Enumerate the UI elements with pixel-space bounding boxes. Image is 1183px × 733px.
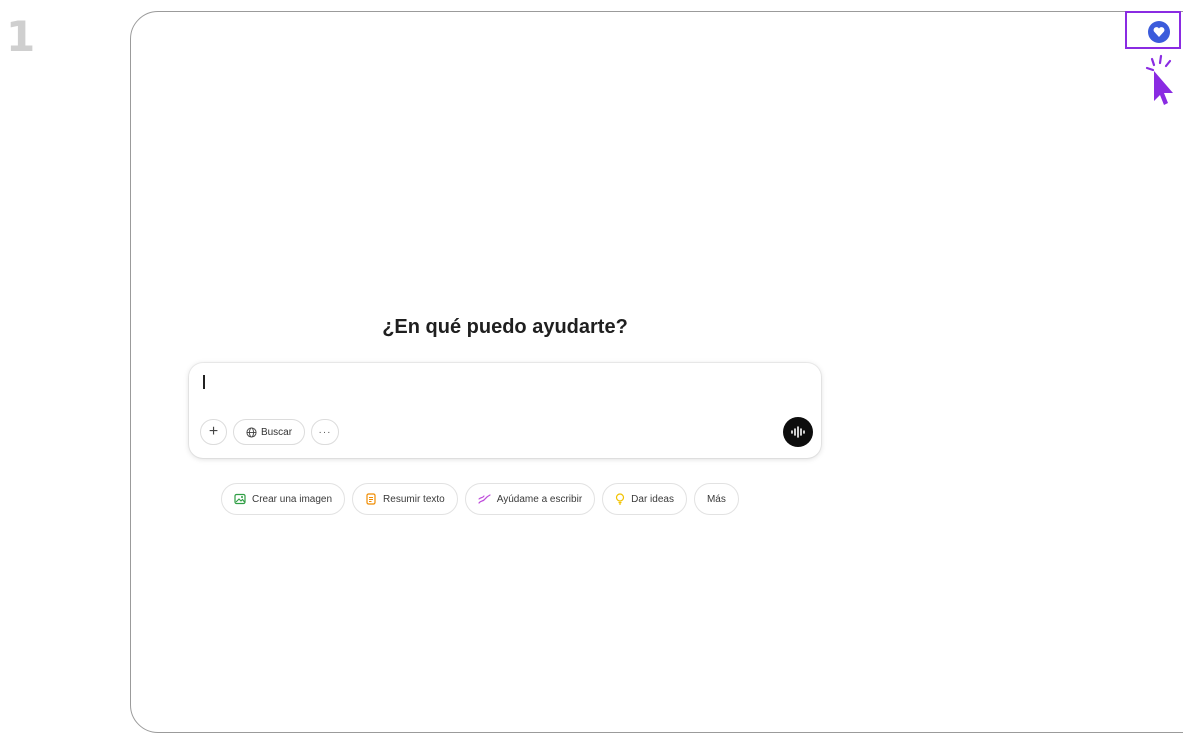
chip-summarize-text[interactable]: Resumir texto (352, 483, 458, 515)
chip-label: Crear una imagen (252, 493, 333, 505)
text-caret (203, 375, 205, 389)
chip-label: Ayúdame a escribir (496, 493, 583, 505)
more-icon: ··· (318, 426, 332, 438)
heart-shield-icon (1153, 27, 1165, 37)
chip-give-ideas[interactable]: Dar ideas (602, 483, 687, 515)
suggestion-chips: Crear una imagen Resumir texto Ayúdame a… (221, 483, 739, 515)
chip-more[interactable]: Más (693, 483, 739, 515)
search-label: Buscar (260, 426, 293, 438)
search-toggle-button[interactable]: Buscar (233, 419, 305, 445)
document-icon (366, 493, 376, 505)
extension-icon[interactable] (1148, 21, 1170, 43)
more-options-button[interactable]: ··· (311, 419, 339, 445)
chip-label: Más (706, 493, 726, 505)
chip-label: Resumir texto (383, 493, 445, 505)
pen-icon (478, 494, 491, 504)
audio-waveform-icon (791, 426, 805, 438)
voice-mode-button[interactable] (783, 417, 813, 447)
step-number: 1 (6, 12, 36, 61)
chip-create-image[interactable]: Crear una imagen (221, 483, 346, 515)
chip-label: Dar ideas (631, 493, 674, 505)
globe-icon (246, 426, 257, 438)
chip-help-write[interactable]: Ayúdame a escribir (464, 483, 596, 515)
plus-icon: + (208, 423, 219, 440)
add-attachment-button[interactable]: + (200, 419, 227, 445)
prompt-composer[interactable]: + Buscar ··· (189, 363, 821, 458)
lightbulb-icon (616, 493, 625, 505)
cursor-pointer-icon (1145, 54, 1173, 105)
page-title: ¿En qué puedo ayudarte? (382, 316, 628, 338)
image-icon (234, 493, 246, 505)
